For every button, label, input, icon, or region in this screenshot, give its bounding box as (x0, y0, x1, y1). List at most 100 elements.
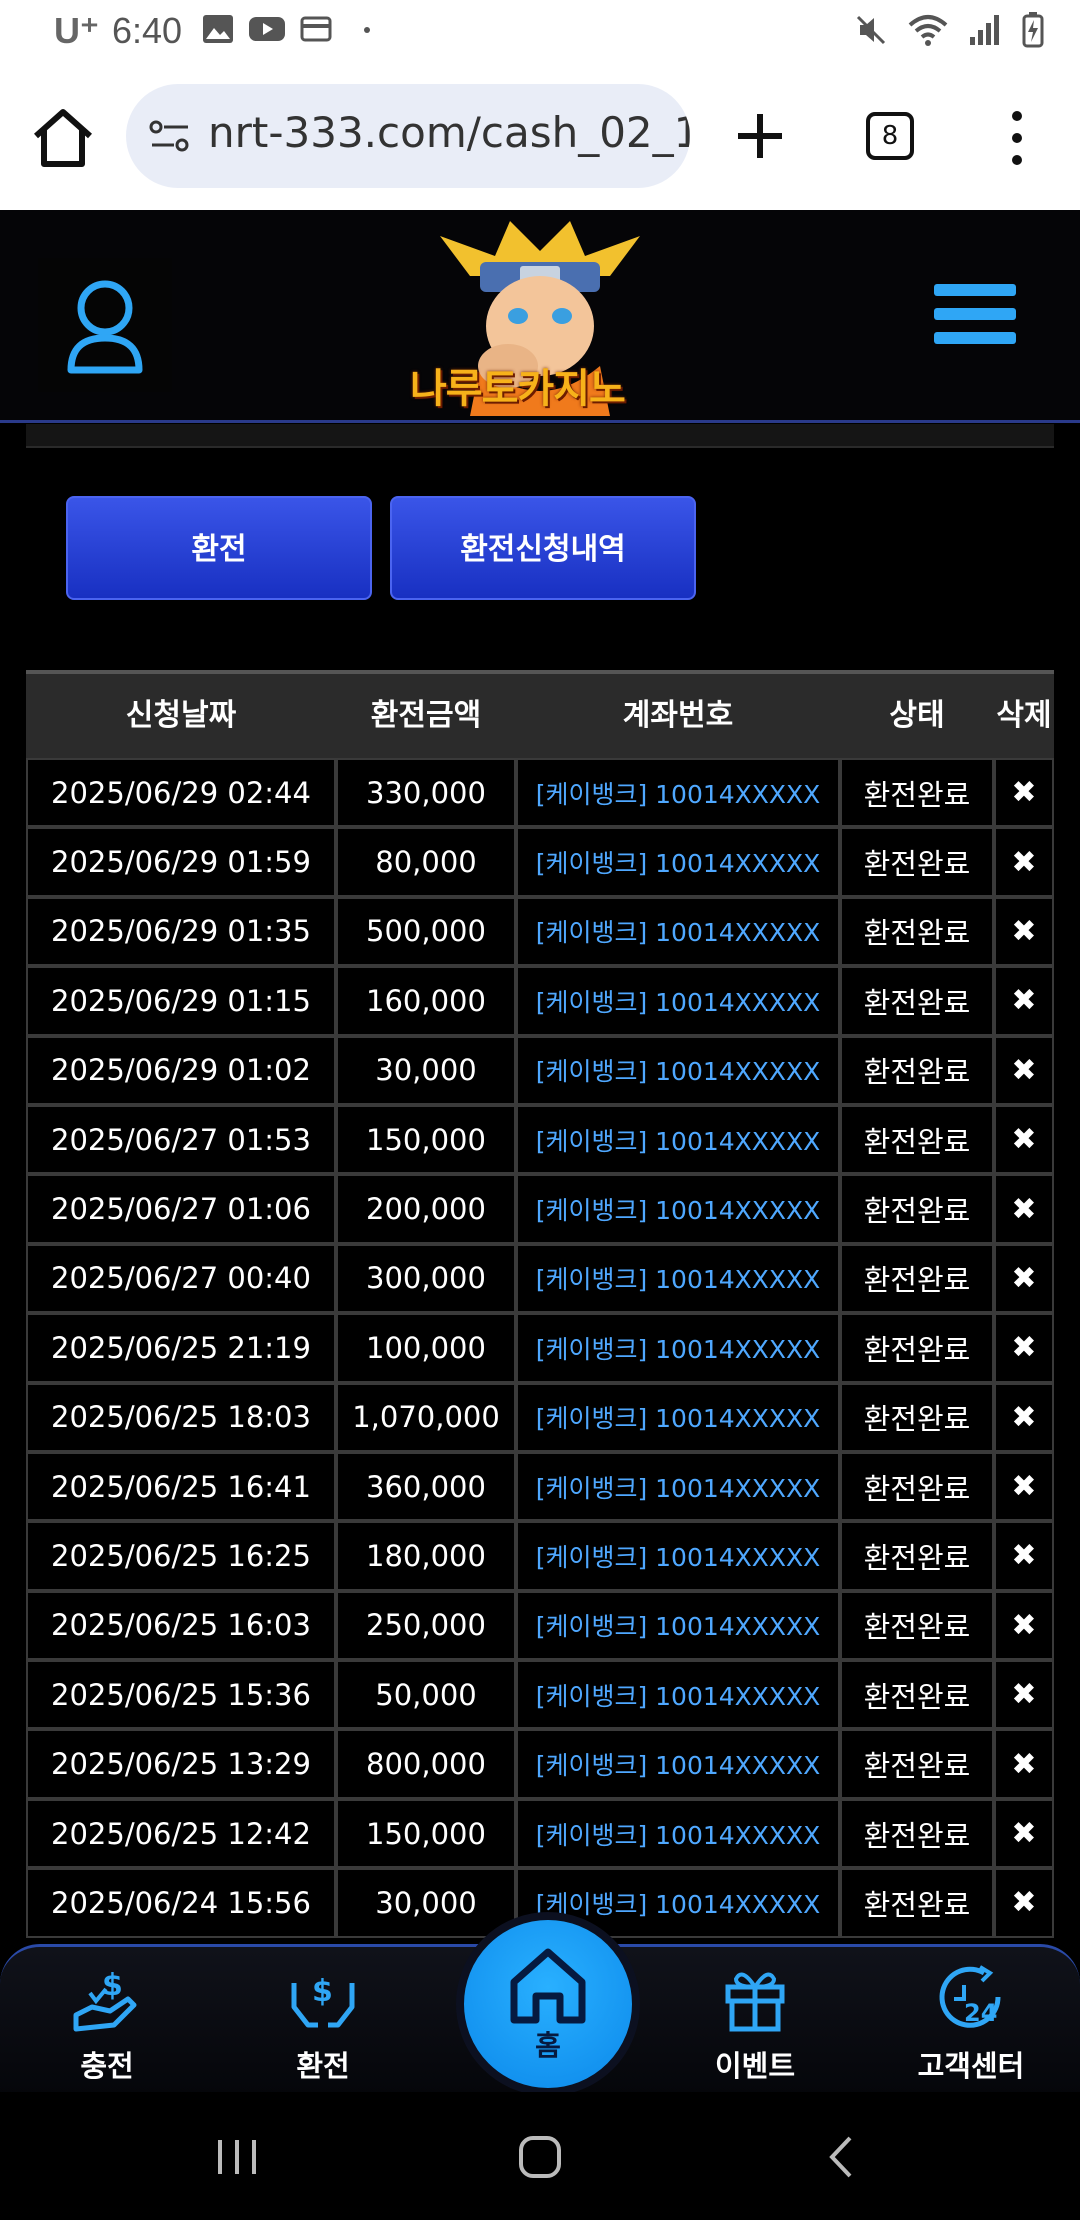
cell-status: 환전완료 (840, 1035, 994, 1105)
table-row: 2025/06/29 01:15 160,000 [케이뱅크] 10014XXXXX… (26, 966, 1054, 1036)
nav-charge[interactable]: $ 충전 (32, 1963, 182, 2083)
cell-status: 환전완료 (840, 1451, 994, 1522)
svg-text:$: $ (312, 1974, 333, 2009)
delete-icon[interactable]: ✖ (994, 1798, 1054, 1869)
delete-icon[interactable]: ✖ (994, 1660, 1054, 1730)
cell-account[interactable]: [케이뱅크] 10014XXXXX (516, 1382, 840, 1452)
hamburger-menu-icon[interactable] (934, 284, 1016, 360)
delete-icon[interactable]: ✖ (994, 1243, 1054, 1314)
table-row: 2025/06/25 16:41 360,000 [케이뱅크] 10014XXXXX… (26, 1451, 1054, 1522)
menu-bar (934, 284, 1016, 296)
url-text[interactable]: nrt-333.com/cash_02_1 (208, 108, 690, 157)
cell-account[interactable]: [케이뱅크] 10014XXXXX (516, 758, 840, 828)
cell-account[interactable]: [케이뱅크] 10014XXXXX (516, 1451, 840, 1522)
cell-account[interactable]: [케이뱅크] 10014XXXXX (516, 1104, 840, 1175)
cell-date: 2025/06/25 13:29 (26, 1729, 336, 1799)
table-row: 2025/06/27 01:53 150,000 [케이뱅크] 10014XXXXX… (26, 1104, 1054, 1175)
table-body: 2025/06/29 02:44 330,000 [케이뱅크] 10014XXXXX… (26, 758, 1054, 1938)
recents-icon[interactable] (214, 2132, 260, 2182)
nav-support[interactable]: 24 고객센터 (896, 1963, 1046, 2083)
table-row: 2025/06/29 01:59 80,000 [케이뱅크] 10014XXXXX 환… (26, 827, 1054, 897)
cell-amount: 180,000 (336, 1521, 516, 1591)
cell-date: 2025/06/25 16:03 (26, 1590, 336, 1661)
cell-status: 환전완료 (840, 1729, 994, 1799)
cell-date: 2025/06/25 16:41 (26, 1451, 336, 1522)
cell-amount: 160,000 (336, 966, 516, 1036)
system-home-icon[interactable] (516, 2132, 564, 2182)
cell-date: 2025/06/27 01:53 (26, 1104, 336, 1175)
cell-account[interactable]: [케이뱅크] 10014XXXXX (516, 1521, 840, 1591)
cell-account[interactable]: [케이뱅크] 10014XXXXX (516, 1243, 840, 1314)
cell-account[interactable]: [케이뱅크] 10014XXXXX (516, 1729, 840, 1799)
cell-status: 환전완료 (840, 1660, 994, 1730)
menu-bar (934, 332, 1016, 344)
svg-text:24: 24 (964, 1999, 997, 2027)
site-header: 나루토카지노 (0, 210, 1080, 423)
delete-icon[interactable]: ✖ (994, 1451, 1054, 1522)
delete-icon[interactable]: ✖ (994, 966, 1054, 1036)
cell-account[interactable]: [케이뱅크] 10014XXXXX (516, 1313, 840, 1383)
tab-switcher-button[interactable]: 8 (866, 112, 914, 160)
delete-icon[interactable]: ✖ (994, 1868, 1054, 1938)
header-status: 상태 (889, 698, 945, 733)
browser-home-icon[interactable] (30, 108, 96, 168)
delete-icon[interactable]: ✖ (994, 1104, 1054, 1175)
cell-date: 2025/06/27 01:06 (26, 1174, 336, 1244)
menu-bar (934, 308, 1016, 320)
logo-text: 나루토카지노 (410, 366, 626, 412)
cell-date: 2025/06/29 01:59 (26, 827, 336, 897)
delete-icon[interactable]: ✖ (994, 1382, 1054, 1452)
cell-date: 2025/06/25 12:42 (26, 1798, 336, 1869)
cell-status: 환전완료 (840, 896, 994, 967)
cell-amount: 30,000 (336, 1035, 516, 1105)
table-row: 2025/06/25 18:03 1,070,000 [케이뱅크] 10014XXX… (26, 1382, 1054, 1452)
cell-account[interactable]: [케이뱅크] 10014XXXXX (516, 1174, 840, 1244)
cell-amount: 50,000 (336, 1660, 516, 1730)
header-amount: 환전금액 (370, 698, 482, 733)
tab-exchange-history[interactable]: 환전신청내역 (390, 496, 696, 600)
table-row: 2025/06/29 02:44 330,000 [케이뱅크] 10014XXXXX… (26, 758, 1054, 828)
nav-exchange[interactable]: $ 환전 (248, 1963, 398, 2083)
exchange-history-table: 신청날짜 환전금액 계좌번호 상태 삭제 2025/06/29 02:44 330… (26, 670, 1054, 1938)
nav-event[interactable]: 이벤트 (680, 1963, 830, 2083)
cell-amount: 100,000 (336, 1313, 516, 1383)
delete-icon[interactable]: ✖ (994, 1729, 1054, 1799)
table-row: 2025/06/25 16:03 250,000 [케이뱅크] 10014XXXXX… (26, 1590, 1054, 1661)
cell-account[interactable]: [케이뱅크] 10014XXXXX (516, 827, 840, 897)
cell-account[interactable]: [케이뱅크] 10014XXXXX (516, 1035, 840, 1105)
delete-icon[interactable]: ✖ (994, 1174, 1054, 1244)
cell-amount: 500,000 (336, 896, 516, 967)
user-button[interactable] (38, 258, 172, 392)
cell-account[interactable]: [케이뱅크] 10014XXXXX (516, 1798, 840, 1869)
deposit-icon: $ (73, 1968, 137, 2032)
delete-icon[interactable]: ✖ (994, 1313, 1054, 1383)
cell-amount: 800,000 (336, 1729, 516, 1799)
delete-icon[interactable]: ✖ (994, 1035, 1054, 1105)
delete-icon[interactable]: ✖ (994, 896, 1054, 967)
header-account: 계좌번호 (622, 698, 734, 733)
delete-icon[interactable]: ✖ (994, 1590, 1054, 1661)
cell-status: 환전완료 (840, 1104, 994, 1175)
delete-icon[interactable]: ✖ (994, 1521, 1054, 1591)
back-icon[interactable] (824, 2132, 858, 2182)
new-tab-icon[interactable] (732, 108, 788, 164)
site-settings-icon[interactable] (148, 118, 192, 154)
address-bar[interactable]: nrt-333.com/cash_02_1 (126, 84, 690, 188)
dot-icon (364, 27, 370, 33)
table-row: 2025/06/25 13:29 800,000 [케이뱅크] 10014XXXXX… (26, 1729, 1054, 1799)
delete-icon[interactable]: ✖ (994, 758, 1054, 828)
tab-exchange[interactable]: 환전 (66, 496, 372, 600)
more-menu-icon[interactable] (1002, 108, 1032, 168)
cell-account[interactable]: [케이뱅크] 10014XXXXX (516, 1660, 840, 1730)
cell-account[interactable]: [케이뱅크] 10014XXXXX (516, 1590, 840, 1661)
cell-status: 환전완료 (840, 1243, 994, 1314)
delete-icon[interactable]: ✖ (994, 827, 1054, 897)
cell-account[interactable]: [케이뱅크] 10014XXXXX (516, 896, 840, 967)
status-right (854, 12, 1044, 48)
cell-date: 2025/06/24 15:56 (26, 1868, 336, 1938)
cell-status: 환전완료 (840, 1590, 994, 1661)
cell-account[interactable]: [케이뱅크] 10014XXXXX (516, 966, 840, 1036)
header-date: 신청날짜 (125, 698, 237, 733)
cell-status: 환전완료 (840, 1798, 994, 1869)
nav-home[interactable]: 홈 (456, 1912, 640, 2096)
